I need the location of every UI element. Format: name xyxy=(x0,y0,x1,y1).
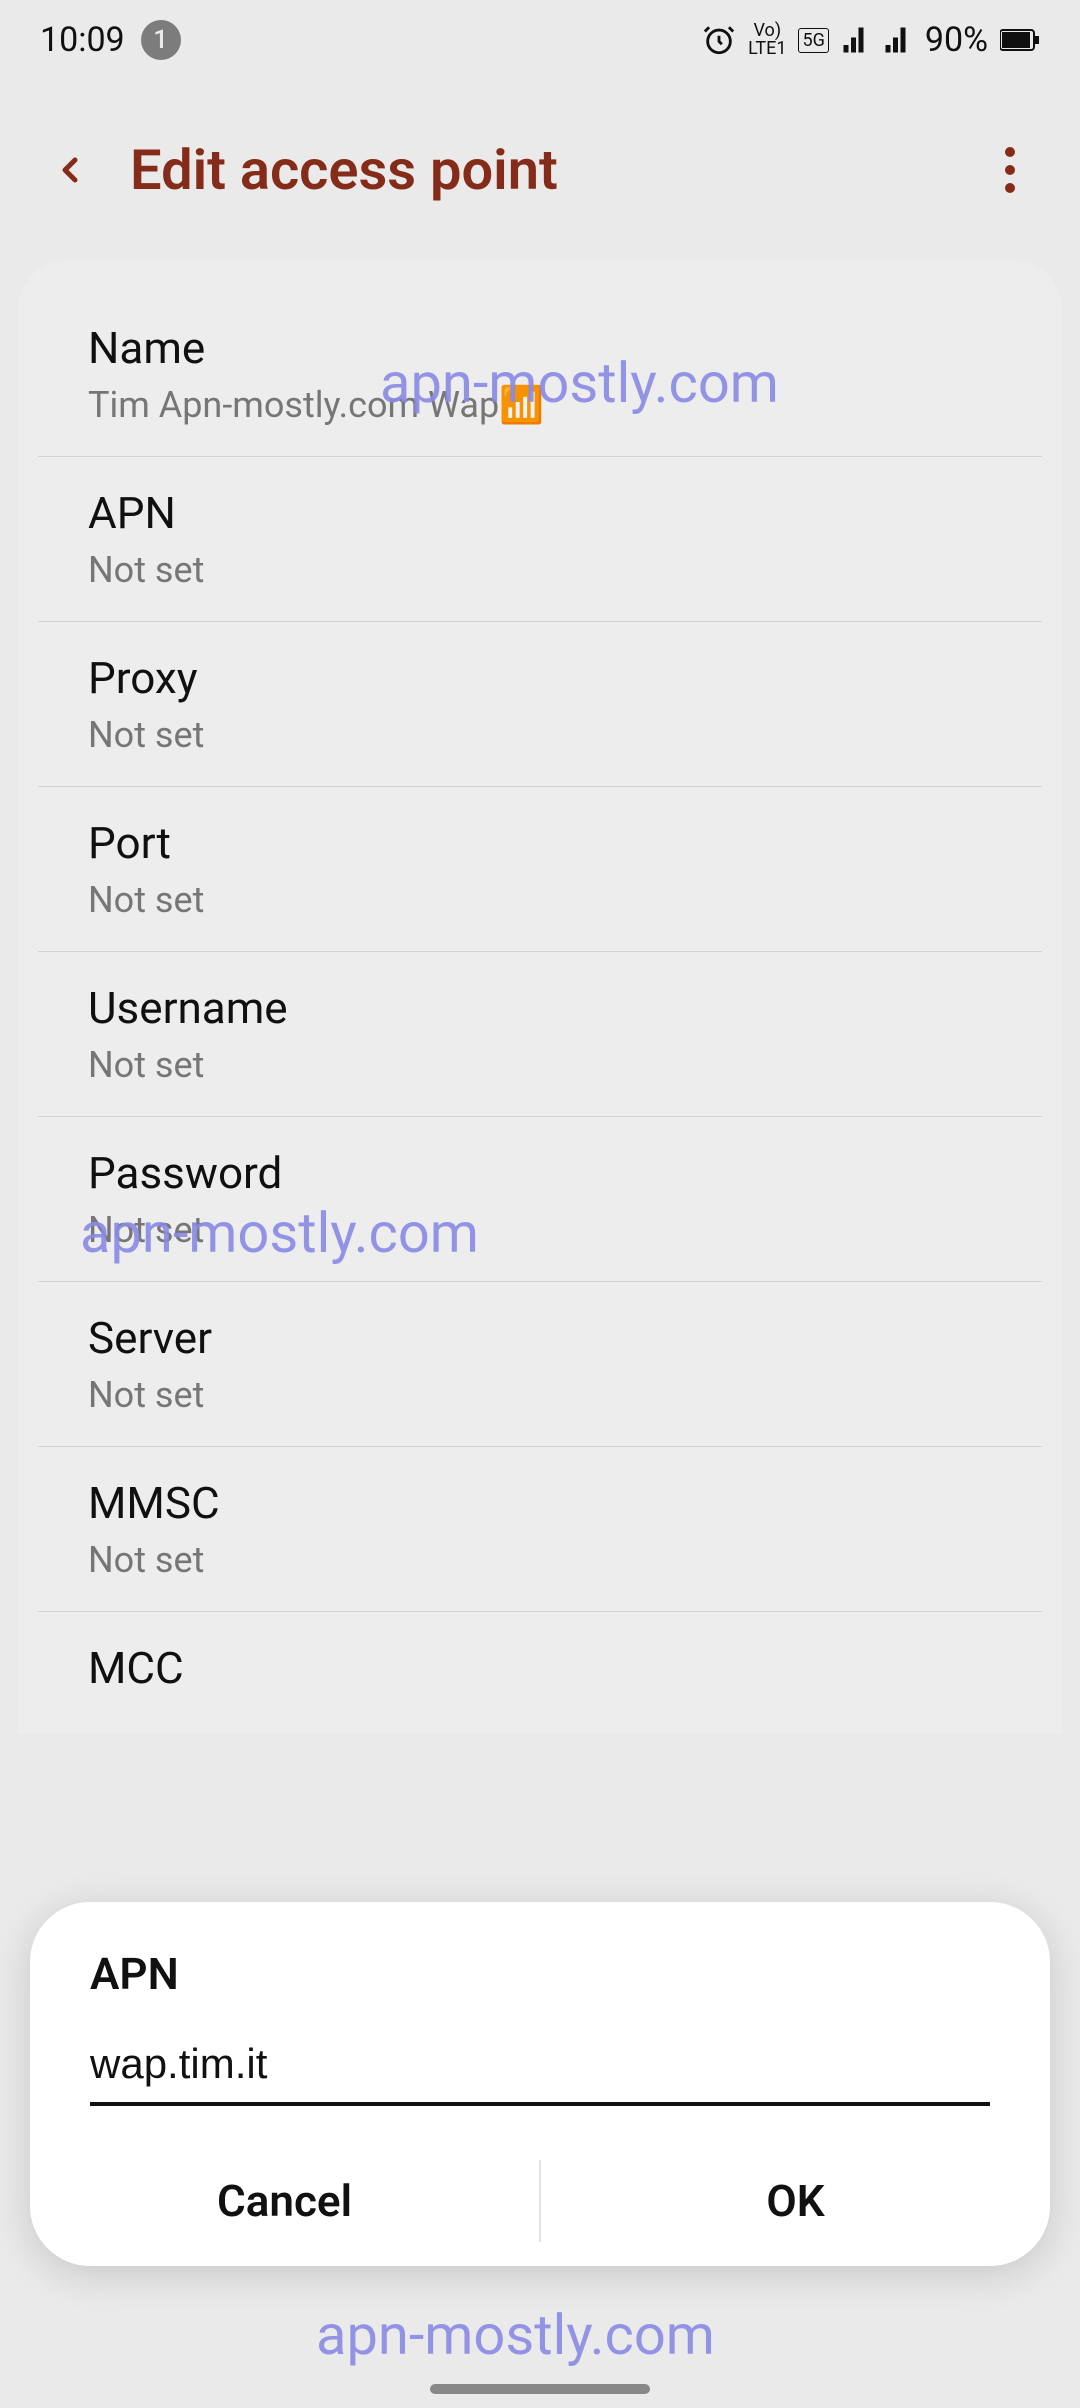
navigation-handle[interactable] xyxy=(430,2384,650,2394)
apn-input[interactable] xyxy=(90,2030,990,2106)
ok-button[interactable]: OK xyxy=(541,2136,1050,2266)
apn-edit-dialog: APN Cancel OK xyxy=(30,1902,1050,2266)
cancel-button[interactable]: Cancel xyxy=(30,2136,539,2266)
dialog-input-wrap xyxy=(30,2030,1050,2136)
dialog-title: APN xyxy=(30,1948,1050,2030)
dialog-actions: Cancel OK xyxy=(30,2136,1050,2266)
